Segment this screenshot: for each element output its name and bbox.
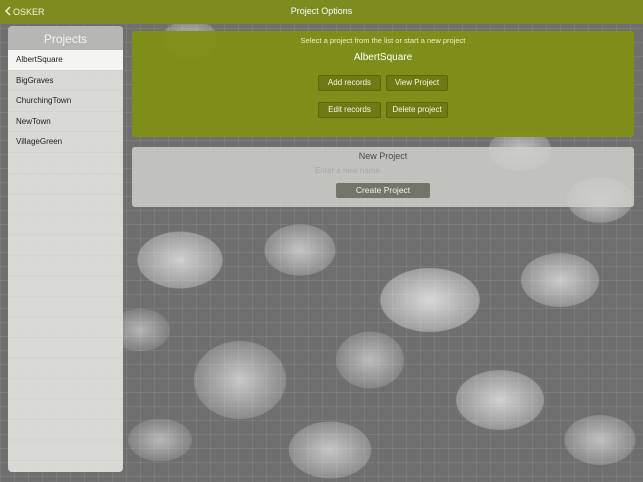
sidebar-item-newtown[interactable]: NewTown (8, 112, 123, 132)
create-project-button[interactable]: Create Project (336, 183, 430, 198)
sidebar-item-biggraves[interactable]: BigGraves (8, 71, 123, 91)
sidebar-item-churchingtown[interactable]: ChurchingTown (8, 91, 123, 112)
projects-sidebar: Projects AlbertSquare BigGraves Churchin… (8, 26, 123, 472)
sidebar-empty-rows (8, 173, 123, 472)
project-actions-panel: Select a project from the list or start … (132, 31, 634, 137)
current-project-name: AlbertSquare (353, 52, 413, 63)
new-project-title: New Project (358, 151, 408, 161)
navigation-bar: OSKER Project Options (0, 0, 643, 24)
sidebar-item-villagegreen[interactable]: VillageGreen (8, 132, 123, 153)
sidebar-item-albertsquare[interactable]: AlbertSquare (8, 50, 123, 71)
add-records-button[interactable]: Add records (318, 75, 381, 91)
view-project-button[interactable]: View Project (386, 75, 448, 91)
select-hint: Select a project from the list or start … (300, 36, 466, 45)
delete-project-button[interactable]: Delete project (386, 102, 448, 118)
projects-list: AlbertSquare BigGraves ChurchingTown New… (8, 50, 123, 153)
new-project-panel: New Project Create Project (132, 147, 634, 207)
sidebar-title: Projects (8, 26, 123, 50)
edit-records-button[interactable]: Edit records (318, 102, 381, 118)
project-name-input[interactable] (312, 163, 452, 177)
page-title: Project Options (290, 6, 353, 16)
